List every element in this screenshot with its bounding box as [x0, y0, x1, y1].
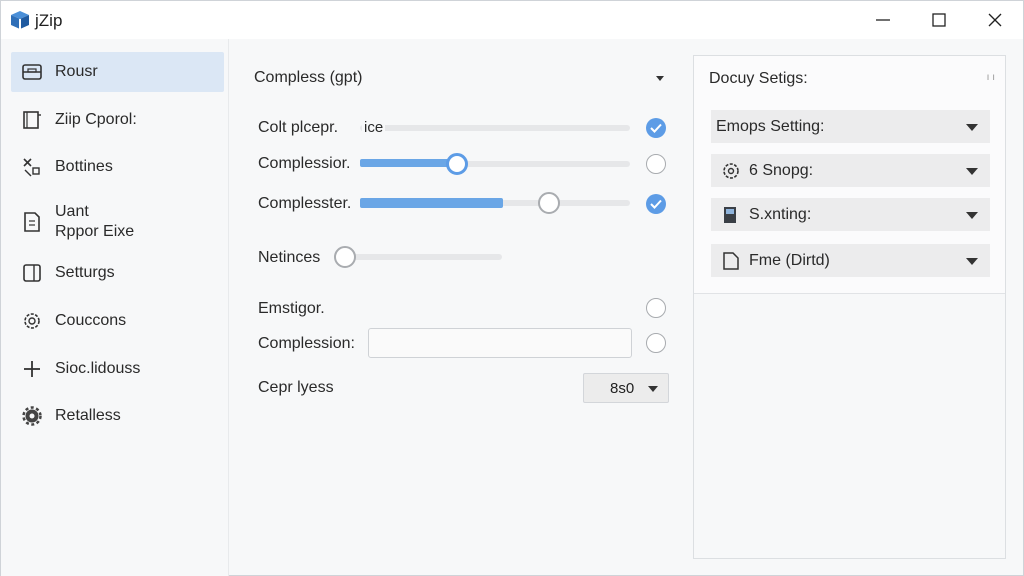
gear-icon	[22, 406, 42, 426]
chevron-down-icon	[966, 124, 978, 131]
compression-fill	[360, 159, 458, 167]
window-title: jZip	[35, 11, 63, 30]
settings-panel: Docuy Setigs: ı ı Emops Setting: 6 Snopg…	[693, 55, 1006, 559]
panel-dropdown-sxnting[interactable]: S.xnting:	[711, 198, 990, 231]
sidebar-item-settings[interactable]: Setturgs	[11, 253, 224, 293]
netinces-label: Netinces	[258, 249, 321, 266]
box-icon	[724, 206, 736, 223]
panel-grip: ı ı	[986, 72, 995, 83]
sidebar-item-label: Setturgs	[55, 264, 115, 281]
sidebar-item-label: Bottines	[55, 158, 113, 175]
dropdown-value: Compless (gpt)	[254, 69, 363, 86]
sidebar-item-rousr[interactable]: Rousr	[11, 52, 224, 92]
sidebar-item-label: Retalless	[55, 407, 121, 424]
panel-dropdown-fme[interactable]: Fme (Dirtd)	[711, 244, 990, 277]
compresster-check[interactable]	[646, 194, 666, 214]
panel-row-label: Fme (Dirtd)	[749, 251, 830, 269]
compression-radio[interactable]	[646, 154, 666, 174]
sidebar-item-zip-control[interactable]: Ziip Cporol:	[11, 100, 224, 140]
cepr-label: Cepr lyess	[258, 379, 334, 396]
colt-suffix: ice	[362, 119, 386, 136]
chevron-down-icon	[966, 258, 978, 265]
sidebar-item-label: Uant Rppor Eixe	[55, 203, 135, 240]
sidebar-item-label: Rousr	[55, 63, 98, 80]
sidebar-item-label: Couccons	[55, 312, 127, 329]
archive-icon	[22, 64, 42, 80]
close-button[interactable]	[967, 1, 1023, 39]
panel-row-label: Emops Setting:	[716, 117, 825, 135]
sidebar: Rousr Ziip Cporol: Bottines Uant Rppor E…	[1, 39, 229, 576]
compresster-label: Complesster.	[258, 195, 352, 212]
check-icon	[650, 123, 662, 133]
colt-check[interactable]	[646, 118, 666, 138]
file-icon	[723, 251, 739, 270]
title-bar: jZip	[1, 1, 1023, 39]
colt-label: Colt plcepr.	[258, 119, 339, 136]
split-icon	[23, 158, 40, 177]
compression-dropdown[interactable]: Compless (gpt)	[250, 63, 670, 93]
sidebar-item-label: Sioc.lidouss	[55, 360, 141, 377]
plus-icon	[24, 361, 40, 377]
sidebar-item-label: Ziip Cporol:	[55, 111, 137, 128]
main-content: Compless (gpt) Colt plcepr. ice Compless…	[230, 39, 690, 576]
panel-row-label: S.xnting:	[749, 205, 812, 223]
app-logo-icon	[11, 11, 29, 29]
compresster-fill	[360, 198, 504, 208]
gear-outline-icon	[24, 313, 40, 329]
compression-label: Complessior.	[258, 155, 351, 172]
panel-icon	[23, 264, 41, 282]
minimize-icon	[876, 19, 890, 21]
compression2-label: Complession:	[258, 335, 355, 352]
chevron-down-icon	[656, 76, 664, 81]
sidebar-item-couccons[interactable]: Couccons	[11, 301, 224, 341]
maximize-button[interactable]	[911, 1, 967, 39]
panel-dropdown-snopg[interactable]: 6 Snopg:	[711, 154, 990, 187]
file-icon	[24, 212, 40, 232]
minimize-button[interactable]	[855, 1, 911, 39]
compression-thumb[interactable]	[446, 153, 469, 175]
colt-track[interactable]	[360, 125, 630, 131]
cepr-select[interactable]: 8s0	[583, 373, 669, 403]
panel-title: Docuy Setigs:	[709, 70, 808, 87]
netinces-track[interactable]	[342, 254, 502, 260]
compresster-thumb[interactable]	[538, 192, 560, 214]
sidebar-item-bottines[interactable]: Bottines	[11, 147, 224, 187]
chevron-down-icon	[648, 386, 658, 392]
maximize-icon	[932, 13, 946, 27]
compression2-radio[interactable]	[646, 333, 666, 353]
netinces-thumb[interactable]	[334, 246, 356, 268]
emstigor-label: Emstigor.	[258, 300, 325, 317]
gear-outline-icon	[723, 162, 739, 179]
cepr-select-value: 8s0	[610, 379, 635, 397]
emstigor-radio[interactable]	[646, 298, 666, 318]
compression-input[interactable]	[368, 328, 632, 358]
panel-header-area: Docuy Setigs: ı ı Emops Setting: 6 Snopg…	[694, 56, 1005, 294]
sidebar-item-rppor-eixe[interactable]: Uant Rppor Eixe	[11, 195, 224, 249]
panel-dropdown-emops[interactable]: Emops Setting:	[711, 110, 990, 143]
box-icon	[23, 111, 41, 129]
chevron-down-icon	[966, 212, 978, 219]
chevron-down-icon	[966, 168, 978, 175]
panel-row-label: 6 Snopg:	[749, 161, 814, 179]
close-icon	[988, 13, 1002, 27]
check-icon	[650, 199, 662, 209]
sidebar-item-sioc-lidouss[interactable]: Sioc.lidouss	[11, 349, 224, 389]
app-window: jZip Rousr Ziip Cporol: Bottines Uant Rp…	[0, 0, 1024, 576]
sidebar-item-retalless[interactable]: Retalless	[11, 396, 224, 436]
